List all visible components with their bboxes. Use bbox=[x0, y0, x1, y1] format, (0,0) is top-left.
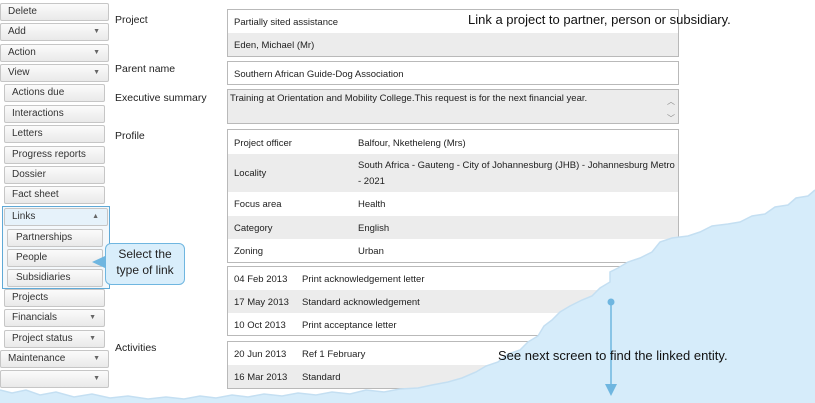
chevron-down-icon: ▼ bbox=[93, 49, 100, 56]
chevron-down-icon: ▼ bbox=[89, 335, 96, 342]
project-label: Project bbox=[115, 14, 148, 26]
letter-date: 04 Feb 2013 bbox=[234, 274, 288, 285]
chevron-down-icon: ▼ bbox=[89, 314, 96, 321]
executive-summary-label: Executive summary bbox=[115, 92, 207, 104]
sidebar-item-label: Letters bbox=[12, 128, 43, 139]
callout-select-link: Select the type of link bbox=[105, 243, 185, 285]
letter-date: 17 May 2013 bbox=[234, 297, 289, 308]
sidebar-item-label: Project status bbox=[12, 333, 73, 344]
profile-value: South Africa - Gauteng - City of Johanne… bbox=[358, 160, 675, 171]
sidebar-item-project-status[interactable]: Project status ▼ bbox=[4, 330, 105, 348]
letter-date: 10 Oct 2013 bbox=[234, 320, 286, 331]
sidebar-item-label: Projects bbox=[12, 292, 49, 303]
activity-date: 16 Mar 2013 bbox=[234, 372, 288, 383]
chevron-up-icon: ▲ bbox=[92, 213, 99, 220]
activity-text: Ref 1 February bbox=[302, 349, 366, 360]
sidebar-item-subsidiaries[interactable]: Subsidiaries bbox=[7, 269, 103, 287]
sidebar-item-view[interactable]: View ▼ bbox=[0, 64, 109, 82]
chevron-down-icon: ▼ bbox=[93, 28, 100, 35]
table-row: Locality South Africa - Gauteng - City o… bbox=[228, 154, 678, 192]
letter-text: Print acknowledgement letter bbox=[302, 274, 425, 285]
chevron-down-icon: ▼ bbox=[93, 69, 100, 76]
chevron-down-icon: ▼ bbox=[93, 355, 100, 362]
sidebar-item-delete[interactable]: Delete bbox=[0, 3, 109, 21]
sidebar-item-label: Links bbox=[12, 211, 36, 222]
sidebar-item-dossier[interactable]: Dossier bbox=[4, 166, 105, 184]
sidebar-item-partnerships[interactable]: Partnerships bbox=[7, 229, 103, 247]
parent-name-value: Southern African Guide-Dog Association bbox=[234, 69, 404, 80]
profile-value-continued: - 2021 bbox=[358, 176, 385, 187]
callout-next-screen: See next screen to find the linked entit… bbox=[498, 348, 728, 363]
scroll-arrows-icon[interactable]: ︿ ﹀ bbox=[667, 93, 675, 127]
sidebar-item-action[interactable]: Action ▼ bbox=[0, 44, 109, 62]
sidebar-item-label: Delete bbox=[8, 6, 37, 17]
project-name[interactable]: Partially sited assistance bbox=[234, 17, 338, 28]
sidebar-item-label: Actions due bbox=[12, 87, 65, 98]
sidebar-item-label: Partnerships bbox=[16, 232, 73, 243]
sidebar-item-interactions[interactable]: Interactions bbox=[4, 105, 105, 123]
project-contact[interactable]: Eden, Michael (Mr) bbox=[234, 40, 314, 51]
letters-table: 04 Feb 2013 Print acknowledgement letter… bbox=[227, 266, 679, 336]
callout-link-project: Link a project to partner, person or sub… bbox=[468, 12, 731, 27]
project-contact-row: Eden, Michael (Mr) bbox=[228, 33, 678, 56]
parent-name-field[interactable]: Southern African Guide-Dog Association bbox=[227, 61, 679, 85]
executive-summary-field[interactable]: Training at Orientation and Mobility Col… bbox=[227, 89, 679, 124]
sidebar-item-label: Progress reports bbox=[12, 149, 86, 160]
sidebar-item-financials[interactable]: Financials ▼ bbox=[4, 309, 105, 327]
sidebar-item-people[interactable]: People bbox=[7, 249, 103, 267]
profile-table: Project officer Balfour, Nketheleng (Mrs… bbox=[227, 129, 679, 263]
profile-key: Zoning bbox=[234, 246, 264, 257]
profile-value: Urban bbox=[358, 246, 384, 257]
profile-key: Project officer bbox=[234, 138, 292, 149]
sidebar-item-projects[interactable]: Projects bbox=[4, 289, 105, 307]
parent-name-label: Parent name bbox=[115, 63, 176, 75]
profile-value: Health bbox=[358, 199, 386, 210]
table-row[interactable]: 16 Mar 2013 Standard bbox=[228, 365, 678, 388]
table-row[interactable]: 04 Feb 2013 Print acknowledgement letter bbox=[228, 267, 678, 290]
table-row: Category English bbox=[228, 216, 678, 239]
chevron-down-icon: ▼ bbox=[93, 375, 100, 382]
sidebar-item-more[interactable]: ▼ bbox=[0, 370, 109, 388]
profile-value: English bbox=[358, 223, 390, 234]
activity-date: 20 Jun 2013 bbox=[234, 349, 287, 360]
sidebar-item-actions-due[interactable]: Actions due bbox=[4, 84, 105, 102]
callout-pointer bbox=[92, 256, 105, 268]
sidebar-item-label: Financials bbox=[12, 312, 58, 323]
letter-text: Standard acknowledgement bbox=[302, 297, 420, 308]
profile-key: Category bbox=[234, 223, 273, 234]
profile-key: Focus area bbox=[234, 199, 282, 210]
table-row[interactable]: 17 May 2013 Standard acknowledgement bbox=[228, 290, 678, 313]
sidebar-item-label: View bbox=[8, 67, 30, 78]
table-row: Zoning Urban bbox=[228, 239, 678, 262]
sidebar-item-links[interactable]: Links ▲ bbox=[4, 208, 108, 226]
sidebar-item-label: Maintenance bbox=[8, 353, 66, 364]
sidebar-item-label: Dossier bbox=[12, 169, 46, 180]
sidebar-item-add[interactable]: Add ▼ bbox=[0, 23, 109, 41]
table-row: Focus area Health bbox=[228, 192, 678, 216]
profile-value: Balfour, Nketheleng (Mrs) bbox=[358, 138, 466, 149]
sidebar-item-progress-reports[interactable]: Progress reports bbox=[4, 146, 105, 164]
profile-key: Locality bbox=[234, 168, 267, 179]
activities-label: Activities bbox=[115, 342, 157, 354]
sidebar-item-label: Action bbox=[8, 47, 36, 58]
sidebar-item-label: Add bbox=[8, 26, 26, 37]
sidebar-item-label: People bbox=[16, 252, 48, 263]
sidebar: Delete Add ▼ Action ▼ View ▼ Actions due In… bbox=[0, 0, 110, 403]
sidebar-item-fact-sheet[interactable]: Fact sheet bbox=[4, 186, 105, 204]
profile-label: Profile bbox=[115, 130, 145, 142]
sidebar-item-maintenance[interactable]: Maintenance ▼ bbox=[0, 350, 109, 368]
executive-summary-value: Training at Orientation and Mobility Col… bbox=[230, 93, 588, 104]
activity-text: Standard bbox=[302, 372, 341, 383]
sidebar-item-letters[interactable]: Letters bbox=[4, 125, 105, 143]
sidebar-item-label: Fact sheet bbox=[12, 189, 59, 200]
sidebar-item-label: Interactions bbox=[12, 108, 64, 119]
links-group: Links ▲ Partnerships People Subsidiaries bbox=[2, 206, 110, 289]
table-row: Project officer Balfour, Nketheleng (Mrs… bbox=[228, 130, 678, 154]
sidebar-item-label: Subsidiaries bbox=[16, 272, 71, 283]
table-row[interactable]: 10 Oct 2013 Print acceptance letter bbox=[228, 313, 678, 336]
letter-text: Print acceptance letter bbox=[302, 320, 397, 331]
